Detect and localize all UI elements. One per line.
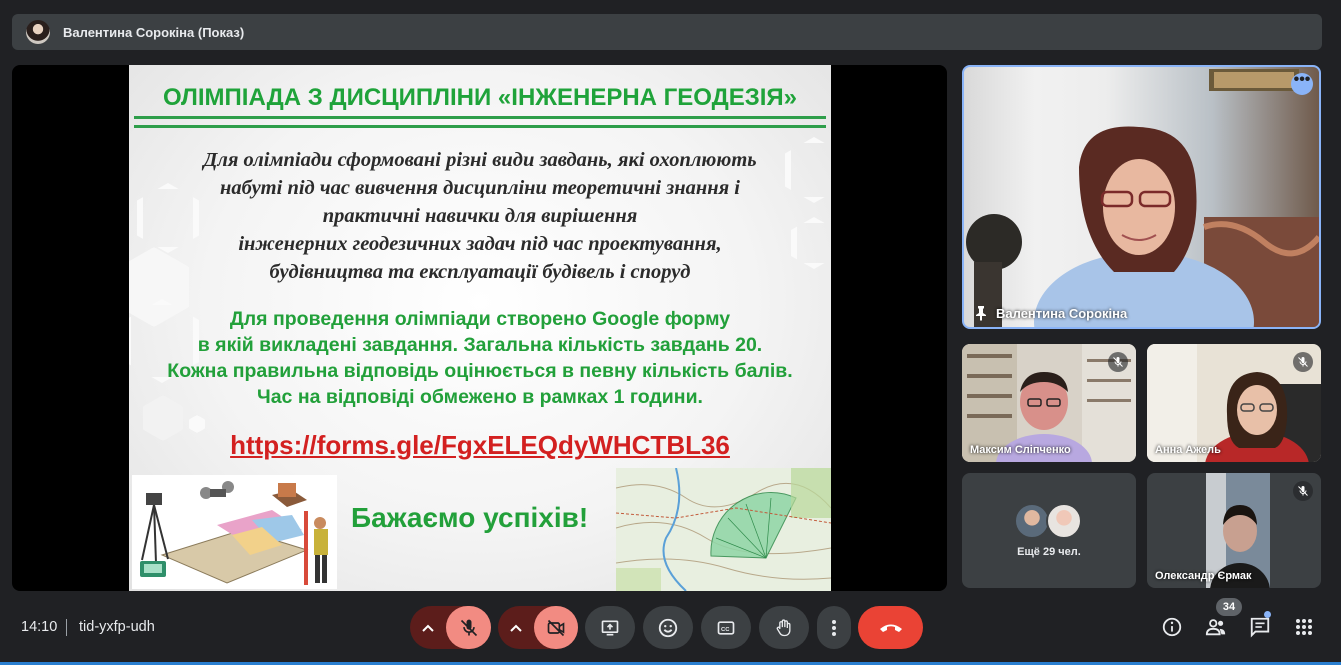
info-icon: [1162, 617, 1182, 637]
camera-off-icon: [547, 619, 565, 636]
participant-name: Валентина Сорокіна: [996, 305, 1128, 321]
more-options-icon[interactable]: •••: [1291, 72, 1313, 95]
geodesy-illustration: [132, 475, 337, 589]
camera-toggle-button[interactable]: [534, 606, 578, 649]
mic-off-icon: [460, 619, 477, 636]
mic-off-icon: [1293, 481, 1313, 501]
svg-text:CC: CC: [721, 626, 730, 632]
camera-control-group: [498, 606, 578, 649]
presentation-stage[interactable]: ОЛІМПІАДА З ДИСЦИПЛІНИ «ІНЖЕНЕРНА ГЕОДЕЗ…: [12, 65, 947, 591]
slide-description-line: набуті під час вивчення дисципліни теоре…: [219, 177, 741, 199]
more-participants-label: Ещё 29 чел.: [1017, 546, 1081, 558]
participant-name: Олександр Єрмак: [1155, 570, 1252, 582]
people-icon: [1205, 619, 1226, 636]
more-vert-icon: [832, 619, 836, 636]
divider: [66, 619, 67, 636]
captions-icon: CC: [717, 620, 735, 635]
meeting-info-button[interactable]: [1159, 614, 1185, 640]
participant-name: Анна Ажель: [1155, 444, 1221, 456]
presentation-slide: ОЛІМПІАДА З ДИСЦИПЛІНИ «ІНЖЕНЕРНА ГЕОДЕЗ…: [129, 65, 831, 591]
presenter-avatar: [26, 20, 50, 44]
slide-title: ОЛІМПІАДА З ДИСЦИПЛІНИ «ІНЖЕНЕРНА ГЕОДЕЗ…: [162, 84, 798, 111]
people-button[interactable]: [1203, 614, 1229, 640]
slide-description-line: будівництва та експлуатації будівель і с…: [269, 261, 691, 283]
participant-name: Максим Сліпченко: [970, 444, 1071, 456]
more-participants-tile[interactable]: Ещё 29 чел.: [962, 473, 1136, 588]
participant-label: Валентина Сорокіна: [974, 305, 1127, 321]
google-form-link[interactable]: https://forms.gle/FgxELEQdyWHCTBL36: [129, 430, 831, 461]
participant-tile[interactable]: Олександр Єрмак: [1147, 473, 1321, 588]
mic-off-icon: [1293, 352, 1313, 372]
activities-button[interactable]: [1291, 614, 1317, 640]
presenter-bar: Валентина Сорокіна (Показ): [12, 14, 1322, 50]
captions-button[interactable]: CC: [701, 606, 751, 649]
user-avatar: [1046, 503, 1082, 539]
topographic-map: [616, 468, 831, 591]
chat-notification-dot: [1264, 611, 1271, 618]
meeting-code[interactable]: tid-yxfp-udh: [79, 619, 155, 635]
pin-icon: [976, 306, 986, 321]
present-screen-button[interactable]: [585, 606, 635, 649]
raise-hand-button[interactable]: [759, 606, 809, 649]
slide-description-line: Для олімпіади сформовані різні види завд…: [203, 149, 757, 171]
chat-icon: [1250, 617, 1270, 638]
title-divider: [134, 125, 826, 128]
chevron-up-icon[interactable]: [410, 606, 446, 649]
user-avatar: [1014, 503, 1050, 539]
slide-instructions-line: Для проведення олімпіади створено Google…: [229, 308, 731, 330]
slide-instructions-line: в якій викладені завдання. Загальна кіль…: [197, 334, 763, 356]
meeting-time: 14:10: [21, 619, 58, 635]
mic-toggle-button[interactable]: [446, 606, 491, 649]
raise-hand-icon: [776, 618, 791, 636]
good-luck-text: Бажаємо успіхів!: [351, 502, 589, 533]
slide-instructions-line: Кожна правильна відповідь оцінюється в п…: [167, 360, 793, 382]
mic-off-icon: [1108, 352, 1128, 372]
participant-tile[interactable]: Максим Сліпченко: [962, 344, 1136, 462]
slide-description-line: інженерних геодезичних задач під час про…: [238, 233, 722, 255]
microphone-control-group: [410, 606, 491, 649]
presenter-title: Валентина Сорокіна (Показ): [63, 24, 245, 40]
more-options-button[interactable]: [817, 606, 851, 649]
apps-icon: [1296, 619, 1312, 635]
slide-description-line: практичні навички для вирішення: [322, 205, 638, 227]
participant-tile[interactable]: Анна Ажель: [1147, 344, 1321, 462]
participant-video: [966, 69, 1319, 327]
emoji-icon: [658, 618, 678, 637]
reactions-button[interactable]: [643, 606, 693, 649]
participant-tile-main[interactable]: ••• Валентина Сорокіна: [962, 65, 1321, 329]
end-call-button[interactable]: [858, 606, 923, 649]
chat-button[interactable]: [1247, 614, 1273, 640]
end-call-icon: [879, 624, 902, 632]
slide-description: Для олімпіади сформовані різні види завд…: [149, 146, 811, 286]
present-screen-icon: [601, 620, 619, 635]
title-divider: [134, 116, 826, 119]
slide-instructions-line: Час на відповіді обмежено в рамках 1 год…: [257, 386, 703, 408]
chevron-up-icon[interactable]: [498, 606, 534, 649]
slide-instructions: Для проведення олімпіади створено Google…: [129, 306, 831, 410]
